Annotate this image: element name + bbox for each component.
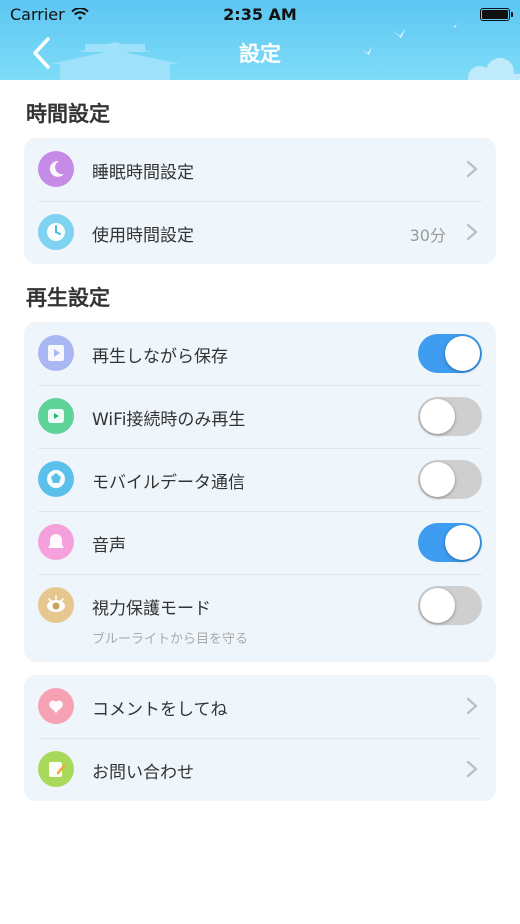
memo-icon xyxy=(38,751,74,787)
carrier-label: Carrier xyxy=(10,4,65,24)
eye-protection-description: ブルーライトから目を守る xyxy=(92,632,249,647)
battery-fill xyxy=(482,9,508,19)
settings-row-usage-time[interactable]: 使用時間設定 30分 xyxy=(24,201,496,264)
toggle-knob xyxy=(420,462,455,497)
clock-time: 2:35 AM xyxy=(223,4,297,24)
usage-time-value: 30分 xyxy=(409,226,446,245)
row-divider xyxy=(38,448,482,449)
playback-settings-card: 再生しながら保存 WiFi接続時のみ再生 モバイルデータ通信 音声 視力保護モー… xyxy=(24,322,496,662)
chevron-right-icon xyxy=(466,760,478,778)
mobile-data-toggle[interactable] xyxy=(418,460,482,499)
wifi-only-toggle[interactable] xyxy=(418,397,482,436)
row-divider xyxy=(38,511,482,512)
settings-row-mobile-data: モバイルデータ通信 xyxy=(24,448,496,511)
time-settings-card: 睡眠時間設定 使用時間設定 30分 xyxy=(24,138,496,264)
chevron-right-icon xyxy=(466,160,478,178)
section-title-playback: 再生設定 xyxy=(26,286,110,310)
settings-row-contact[interactable]: お問い合わせ xyxy=(24,738,496,801)
eye-protection-toggle[interactable] xyxy=(418,586,482,625)
row-divider xyxy=(38,201,482,202)
battery-icon xyxy=(480,7,513,21)
bell-icon xyxy=(38,524,74,560)
row-label: 睡眠時間設定 xyxy=(92,163,194,183)
settings-row-comment[interactable]: コメントをしてね xyxy=(24,675,496,738)
settings-row-save-while-playing: 再生しながら保存 xyxy=(24,322,496,385)
settings-row-sleep-time[interactable]: 睡眠時間設定 xyxy=(24,138,496,201)
row-label: 音声 xyxy=(92,536,126,556)
chevron-right-icon xyxy=(466,697,478,715)
status-bar: Carrier 2:35 AM xyxy=(0,0,520,28)
moon-icon xyxy=(38,151,74,187)
row-label: モバイルデータ通信 xyxy=(92,473,245,493)
row-divider xyxy=(38,574,482,575)
eye-icon xyxy=(38,587,74,623)
chevron-right-icon xyxy=(466,223,478,241)
sound-toggle[interactable] xyxy=(418,523,482,562)
page-title: 設定 xyxy=(239,42,281,66)
row-label: WiFi接続時のみ再生 xyxy=(92,410,246,430)
save-while-playing-toggle[interactable] xyxy=(418,334,482,373)
toggle-knob xyxy=(445,336,480,371)
row-label: コメントをしてね xyxy=(92,700,228,720)
section-title-time: 時間設定 xyxy=(26,102,110,126)
toggle-knob xyxy=(445,525,480,560)
row-divider xyxy=(38,738,482,739)
row-label: 使用時間設定 xyxy=(92,226,194,246)
row-label: 再生しながら保存 xyxy=(92,347,228,367)
wifi-icon xyxy=(70,7,89,20)
settings-row-eye-protection: 視力保護モード ブルーライトから目を守る xyxy=(24,574,496,662)
heart-icon xyxy=(38,688,74,724)
toggle-knob xyxy=(420,399,455,434)
toggle-knob xyxy=(420,588,455,623)
row-label: 視力保護モード xyxy=(92,599,211,619)
other-card: コメントをしてね お問い合わせ xyxy=(24,675,496,801)
mobile-data-icon xyxy=(38,461,74,497)
row-divider xyxy=(38,385,482,386)
save-video-icon xyxy=(38,335,74,371)
wifi-play-icon xyxy=(38,398,74,434)
row-label: お問い合わせ xyxy=(92,763,194,783)
settings-row-sound: 音声 xyxy=(24,511,496,574)
clock-icon xyxy=(38,214,74,250)
settings-row-wifi-only: WiFi接続時のみ再生 xyxy=(24,385,496,448)
